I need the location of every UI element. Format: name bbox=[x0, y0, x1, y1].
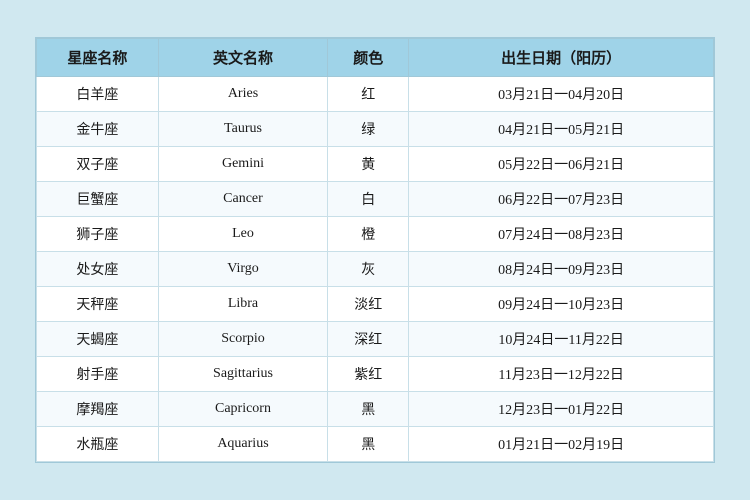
cell-zh: 白羊座 bbox=[37, 77, 159, 112]
cell-en: Capricorn bbox=[158, 392, 327, 427]
cell-color: 黄 bbox=[328, 147, 409, 182]
header-zh: 星座名称 bbox=[37, 39, 159, 77]
cell-date: 05月22日一06月21日 bbox=[409, 147, 714, 182]
cell-zh: 处女座 bbox=[37, 252, 159, 287]
cell-color: 红 bbox=[328, 77, 409, 112]
table-row: 白羊座Aries红03月21日一04月20日 bbox=[37, 77, 714, 112]
cell-en: Leo bbox=[158, 217, 327, 252]
cell-zh: 金牛座 bbox=[37, 112, 159, 147]
table-row: 金牛座Taurus绿04月21日一05月21日 bbox=[37, 112, 714, 147]
cell-date: 01月21日一02月19日 bbox=[409, 427, 714, 462]
table-row: 巨蟹座Cancer白06月22日一07月23日 bbox=[37, 182, 714, 217]
cell-zh: 双子座 bbox=[37, 147, 159, 182]
cell-zh: 摩羯座 bbox=[37, 392, 159, 427]
cell-en: Virgo bbox=[158, 252, 327, 287]
header-color: 颜色 bbox=[328, 39, 409, 77]
cell-en: Gemini bbox=[158, 147, 327, 182]
cell-zh: 天蝎座 bbox=[37, 322, 159, 357]
cell-en: Cancer bbox=[158, 182, 327, 217]
cell-color: 深红 bbox=[328, 322, 409, 357]
header-date: 出生日期（阳历） bbox=[409, 39, 714, 77]
cell-date: 09月24日一10月23日 bbox=[409, 287, 714, 322]
cell-en: Libra bbox=[158, 287, 327, 322]
table-row: 射手座Sagittarius紫红11月23日一12月22日 bbox=[37, 357, 714, 392]
cell-color: 绿 bbox=[328, 112, 409, 147]
table-row: 天秤座Libra淡红09月24日一10月23日 bbox=[37, 287, 714, 322]
table-row: 狮子座Leo橙07月24日一08月23日 bbox=[37, 217, 714, 252]
cell-zh: 狮子座 bbox=[37, 217, 159, 252]
table-row: 天蝎座Scorpio深红10月24日一11月22日 bbox=[37, 322, 714, 357]
cell-zh: 天秤座 bbox=[37, 287, 159, 322]
table-row: 处女座Virgo灰08月24日一09月23日 bbox=[37, 252, 714, 287]
cell-date: 04月21日一05月21日 bbox=[409, 112, 714, 147]
cell-color: 紫红 bbox=[328, 357, 409, 392]
cell-date: 06月22日一07月23日 bbox=[409, 182, 714, 217]
cell-en: Taurus bbox=[158, 112, 327, 147]
table-row: 摩羯座Capricorn黑12月23日一01月22日 bbox=[37, 392, 714, 427]
cell-zh: 射手座 bbox=[37, 357, 159, 392]
cell-en: Aquarius bbox=[158, 427, 327, 462]
table-row: 双子座Gemini黄05月22日一06月21日 bbox=[37, 147, 714, 182]
cell-date: 08月24日一09月23日 bbox=[409, 252, 714, 287]
cell-color: 淡红 bbox=[328, 287, 409, 322]
cell-date: 12月23日一01月22日 bbox=[409, 392, 714, 427]
cell-color: 白 bbox=[328, 182, 409, 217]
table-body: 白羊座Aries红03月21日一04月20日金牛座Taurus绿04月21日一0… bbox=[37, 77, 714, 462]
cell-date: 03月21日一04月20日 bbox=[409, 77, 714, 112]
header-en: 英文名称 bbox=[158, 39, 327, 77]
table-header-row: 星座名称 英文名称 颜色 出生日期（阳历） bbox=[37, 39, 714, 77]
cell-date: 11月23日一12月22日 bbox=[409, 357, 714, 392]
cell-zh: 巨蟹座 bbox=[37, 182, 159, 217]
table-row: 水瓶座Aquarius黑01月21日一02月19日 bbox=[37, 427, 714, 462]
cell-zh: 水瓶座 bbox=[37, 427, 159, 462]
zodiac-table: 星座名称 英文名称 颜色 出生日期（阳历） 白羊座Aries红03月21日一04… bbox=[36, 38, 714, 462]
cell-color: 橙 bbox=[328, 217, 409, 252]
cell-en: Scorpio bbox=[158, 322, 327, 357]
cell-en: Aries bbox=[158, 77, 327, 112]
zodiac-table-container: 星座名称 英文名称 颜色 出生日期（阳历） 白羊座Aries红03月21日一04… bbox=[35, 37, 715, 463]
cell-color: 灰 bbox=[328, 252, 409, 287]
cell-en: Sagittarius bbox=[158, 357, 327, 392]
cell-date: 10月24日一11月22日 bbox=[409, 322, 714, 357]
cell-color: 黑 bbox=[328, 427, 409, 462]
cell-date: 07月24日一08月23日 bbox=[409, 217, 714, 252]
cell-color: 黑 bbox=[328, 392, 409, 427]
